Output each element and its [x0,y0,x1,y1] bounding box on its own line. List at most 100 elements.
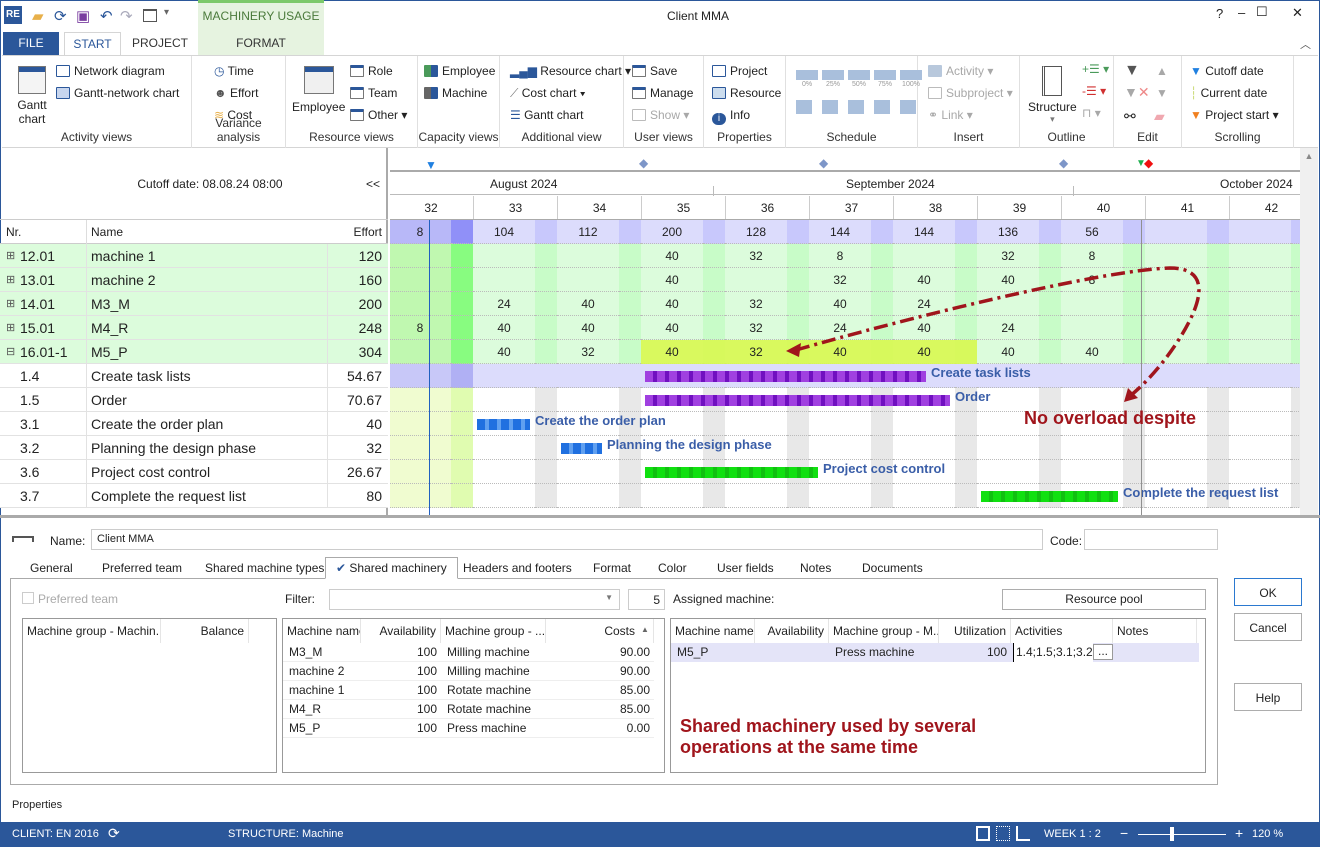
table-row[interactable]: M3_M 100 Milling machine 90.00 [283,643,654,662]
time-scale[interactable]: WEEK 1 : 2 [1044,828,1101,840]
name-input[interactable]: Client MMA [91,529,1043,550]
zoom-slider-thumb[interactable] [1170,827,1174,841]
col-notes[interactable]: Notes [1113,619,1197,643]
tab-label: Headers and footers [463,561,572,575]
activities-input[interactable]: 1.4;1.5;3.1;3.2;3 [1013,643,1093,662]
cancel-button[interactable]: Cancel [1234,613,1302,641]
tab-notes[interactable]: Notes [790,558,841,579]
tab-user-fields[interactable]: User fields [707,558,784,579]
grid-view-icon[interactable] [996,826,1010,841]
cell-machine-name: M5_P [677,645,709,659]
resource-pool-button[interactable]: Resource pool [1002,589,1206,610]
arrowhead [786,343,801,357]
overload-arrow [795,266,1201,398]
table-row[interactable]: M5_P Press machine 100 1.4;1.5;3.1;3.2;3… [671,643,1199,662]
tab-label: Color [658,561,687,575]
col-availability[interactable]: Availability [361,619,441,643]
zoom-slider[interactable] [1138,834,1226,835]
count-field[interactable]: 5 [628,589,665,610]
status-bar: CLIENT: EN 2016 ⟳ STRUCTURE: Machine WEE… [0,822,1320,847]
col-utilization[interactable]: Utilization [939,619,1011,643]
table-row[interactable]: machine 2 100 Milling machine 90.00 [283,662,654,681]
client-status: CLIENT: EN 2016 [12,828,99,840]
col-balance[interactable]: Balance [161,619,249,643]
cell: machine 1 [289,683,345,697]
pane-splitter[interactable] [0,515,1320,518]
cell: 100 [416,702,437,716]
tab-label: Shared machine types [205,561,325,575]
col-activities[interactable]: Activities [1011,619,1113,643]
col-machine-group[interactable]: Machine group - ... [441,619,546,643]
cell: M5_P [289,721,321,735]
cell: Milling machine [447,645,530,659]
shared-machinery-annotation: Shared machinery used by several operati… [680,716,977,757]
table-row[interactable]: M4_R 100 Rotate machine 85.00 [283,700,654,719]
tab-documents[interactable]: Documents [852,558,933,579]
sync-icon[interactable]: ⟳ [108,825,120,842]
zoom-level[interactable]: 120 % [1252,828,1283,840]
tab-label: Notes [800,561,832,575]
col-machine-name[interactable]: Machine name [283,619,361,643]
filter-label: Filter: [285,592,315,606]
machine-list-grid: Machine name Availability Machine group … [282,618,665,773]
cell: Rotate machine [447,702,532,716]
cell-availability [755,643,829,662]
zoom-out-button[interactable]: − [1120,825,1128,841]
tab-preferred-team[interactable]: Preferred team [92,558,192,579]
cell: 100 [416,664,437,678]
cell: 85.00 [619,702,650,716]
tab-label: Format [593,561,632,575]
cell: M4_R [289,702,322,716]
cell: Press machine [447,721,527,735]
cell: 85.00 [619,683,650,697]
cell: Rotate machine [447,683,532,697]
cell: machine 2 [289,664,345,678]
ok-button[interactable]: OK [1234,578,1302,606]
tab-format[interactable]: Format [583,558,641,579]
ellipsis-button[interactable]: ... [1093,644,1113,660]
object-icon [12,536,34,542]
cell: 90.00 [619,645,650,659]
tab-shared-machine-types[interactable]: Shared machine types [195,558,334,579]
col-machine-group[interactable]: Machine group - Machin... [23,619,161,643]
cell: 100 [416,721,437,735]
chevron-down-icon: ▼ [605,593,613,602]
cell: 0.00 [626,721,650,735]
cell: 100 [416,683,437,697]
view-icon[interactable] [976,826,990,841]
tab-color[interactable]: Color [648,558,697,579]
code-input[interactable] [1084,529,1218,550]
filter-combo[interactable]: ▼ [329,589,620,610]
machine-group-grid: Machine group - Machin... Balance [22,618,277,773]
tab-label: General [30,561,73,575]
table-row[interactable]: machine 1 100 Rotate machine 85.00 [283,681,654,700]
name-label: Name: [50,534,86,548]
tab-label: Preferred team [102,561,183,575]
cell-machine-group: Press machine [835,645,915,659]
chart-view-icon[interactable] [1016,826,1030,841]
assigned-machine-label: Assigned machine: [673,592,775,606]
cell: 90.00 [619,664,650,678]
help-button[interactable]: Help [1234,683,1302,711]
cell: 100 [416,645,437,659]
col-machine-name[interactable]: Machine name [671,619,755,643]
tab-label: Shared machinery [349,561,447,575]
preferred-team-label: Preferred team [38,592,119,606]
sort-asc-icon: ▲ [641,625,649,634]
col-costs[interactable]: Costs [546,619,654,643]
code-label: Code: [1050,534,1083,548]
tab-shared-machinery[interactable]: ✔ Shared machinery [325,557,458,579]
cell: Milling machine [447,664,530,678]
overload-annotation: No overload despite [1024,408,1197,428]
structure-status: STRUCTURE: Machine [228,828,344,840]
cell-utilization: 100 [986,645,1007,659]
col-machine-group[interactable]: Machine group - M... [829,619,939,643]
tab-general[interactable]: General [20,558,83,579]
tab-headers-and-footers[interactable]: Headers and footers [453,558,582,579]
col-availability[interactable]: Availability [755,619,829,643]
tab-label: User fields [717,561,774,575]
preferred-team-checkbox[interactable] [22,592,34,604]
properties-label: Properties [12,799,63,811]
zoom-in-button[interactable]: + [1235,825,1243,841]
table-row[interactable]: M5_P 100 Press machine 0.00 [283,719,654,738]
